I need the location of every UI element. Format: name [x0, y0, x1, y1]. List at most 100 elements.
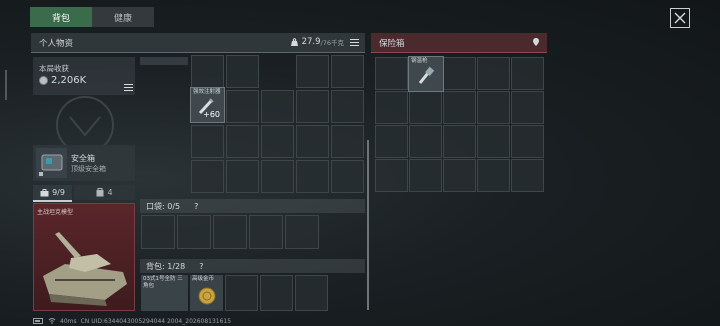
pockets-help-icon[interactable]: ?	[194, 202, 198, 211]
bag-count: 4	[107, 188, 113, 197]
grid-item-count: +60	[203, 110, 220, 119]
grid-cell[interactable]	[477, 57, 510, 90]
backpack-label: 背包: 1/28	[146, 261, 186, 271]
grid-cell[interactable]	[225, 275, 258, 311]
grid-cell[interactable]	[511, 57, 544, 90]
safebox-slot[interactable]: 安全箱 顶级安全箱	[33, 145, 135, 181]
tab-bag[interactable]: 4	[74, 185, 135, 200]
pockets-label: 口袋: 0/5	[146, 201, 181, 211]
grid-cell[interactable]	[226, 125, 259, 158]
bag-icon	[96, 188, 104, 197]
grid-cell[interactable]	[226, 90, 259, 123]
key-icon	[418, 66, 435, 84]
scrollbar[interactable]	[367, 140, 369, 310]
safebox-image	[36, 148, 67, 178]
grid-cell[interactable]	[285, 215, 319, 249]
backpack-item-coin[interactable]: 高级金币	[190, 275, 223, 311]
grid-cell[interactable]	[375, 159, 408, 192]
backpack-item-name: 03式1号全防 三角包	[143, 276, 183, 289]
tank-model-card[interactable]: 主战坦克模型	[33, 203, 135, 311]
top-tabs: 背包 健康	[30, 7, 154, 27]
edge-handle[interactable]	[0, 70, 7, 100]
grid-cell[interactable]	[443, 125, 476, 158]
backpack-item-name: 高级金币	[192, 276, 215, 282]
harvest-label: 本局收获	[39, 64, 69, 73]
grid-cell[interactable]	[296, 125, 329, 158]
grid-cell[interactable]	[260, 275, 293, 311]
grid-item-count-value: 60	[209, 110, 220, 119]
items-title: 个人物资	[39, 38, 74, 49]
tab-health[interactable]: 健康	[92, 7, 154, 27]
info-pin-icon[interactable]	[532, 38, 540, 47]
sort-list-icon[interactable]	[350, 38, 359, 46]
grid-cell[interactable]	[226, 55, 259, 88]
safebox-icon	[39, 154, 63, 176]
ping-value: 40ms	[60, 317, 77, 325]
grid-cell[interactable]	[375, 91, 408, 124]
grid-cell[interactable]	[331, 55, 364, 88]
grid-cell[interactable]	[296, 90, 329, 123]
grid-cell[interactable]	[477, 91, 510, 124]
grid-cell[interactable]	[409, 91, 442, 124]
harvest-value: 2,206K	[51, 75, 87, 86]
faction-emblem-icon	[56, 96, 114, 145]
close-icon	[674, 12, 686, 24]
grid-item-injector[interactable]: 强效注射器 +60	[190, 87, 225, 123]
plus-icon: +	[203, 110, 210, 119]
grid-cell[interactable]	[177, 215, 211, 249]
grid-cell[interactable]	[261, 125, 294, 158]
grid-cell[interactable]	[331, 160, 364, 193]
grid-cell[interactable]	[443, 91, 476, 124]
grid-cell[interactable]	[213, 215, 247, 249]
safe-title: 保险箱	[379, 38, 405, 49]
grid-cell[interactable]	[249, 215, 283, 249]
weight-icon	[290, 37, 298, 46]
grid-cell[interactable]	[261, 160, 294, 193]
partial-slot[interactable]	[140, 57, 188, 65]
grid-cell[interactable]	[331, 90, 364, 123]
backpack-item-bag[interactable]: 03式1号全防 三角包	[141, 275, 188, 311]
weight-total: /76千克	[320, 39, 344, 47]
armor-count: 9/9	[52, 188, 65, 197]
grid-cell[interactable]	[477, 125, 510, 158]
grid-cell[interactable]	[191, 125, 224, 158]
grid-cell[interactable]	[226, 160, 259, 193]
grid-cell[interactable]	[511, 159, 544, 192]
weight-readout: 27.9 /76千克	[290, 37, 359, 47]
grid-cell[interactable]	[511, 91, 544, 124]
tab-backpack[interactable]: 背包	[30, 7, 92, 27]
grid-cell[interactable]	[443, 159, 476, 192]
harvest-list-icon[interactable]	[124, 84, 133, 91]
grid-cell[interactable]	[375, 57, 408, 90]
weight-value: 27.9	[301, 37, 321, 47]
safe-item-name: 钢温枪	[411, 58, 428, 64]
close-button[interactable]	[670, 8, 690, 28]
grid-cell[interactable]	[191, 55, 224, 88]
grid-cell[interactable]	[191, 160, 224, 193]
harvest-value-row: 2,206K	[39, 75, 86, 86]
grid-item-name: 强效注射器	[193, 89, 221, 95]
wifi-icon	[48, 318, 56, 324]
grid-cell[interactable]	[296, 160, 329, 193]
items-header: 个人物资 27.9 /76千克	[31, 33, 365, 53]
safe-item-key[interactable]: 钢温枪	[408, 56, 444, 92]
tank-model-icon	[43, 232, 127, 306]
backpack-help-icon[interactable]: ?	[199, 262, 203, 271]
grid-cell[interactable]	[477, 159, 510, 192]
status-bar: 40ms CN UID:6344043005294044 2004_202608…	[33, 316, 231, 326]
safebox-desc: 顶级安全箱	[71, 165, 106, 173]
grid-cell[interactable]	[375, 125, 408, 158]
armor-icon	[40, 188, 49, 196]
grid-cell[interactable]	[141, 215, 175, 249]
grid-cell[interactable]	[409, 125, 442, 158]
backpack-header: 背包: 1/28 ?	[140, 259, 365, 273]
grid-cell[interactable]	[261, 90, 294, 123]
grid-cell[interactable]	[511, 125, 544, 158]
tab-armor[interactable]: 9/9	[33, 185, 72, 202]
grid-cell[interactable]	[295, 275, 328, 311]
grid-cell[interactable]	[331, 125, 364, 158]
grid-cell[interactable]	[409, 159, 442, 192]
safebox-name: 安全箱	[71, 154, 95, 163]
grid-cell[interactable]	[443, 57, 476, 90]
grid-cell[interactable]	[296, 55, 329, 88]
